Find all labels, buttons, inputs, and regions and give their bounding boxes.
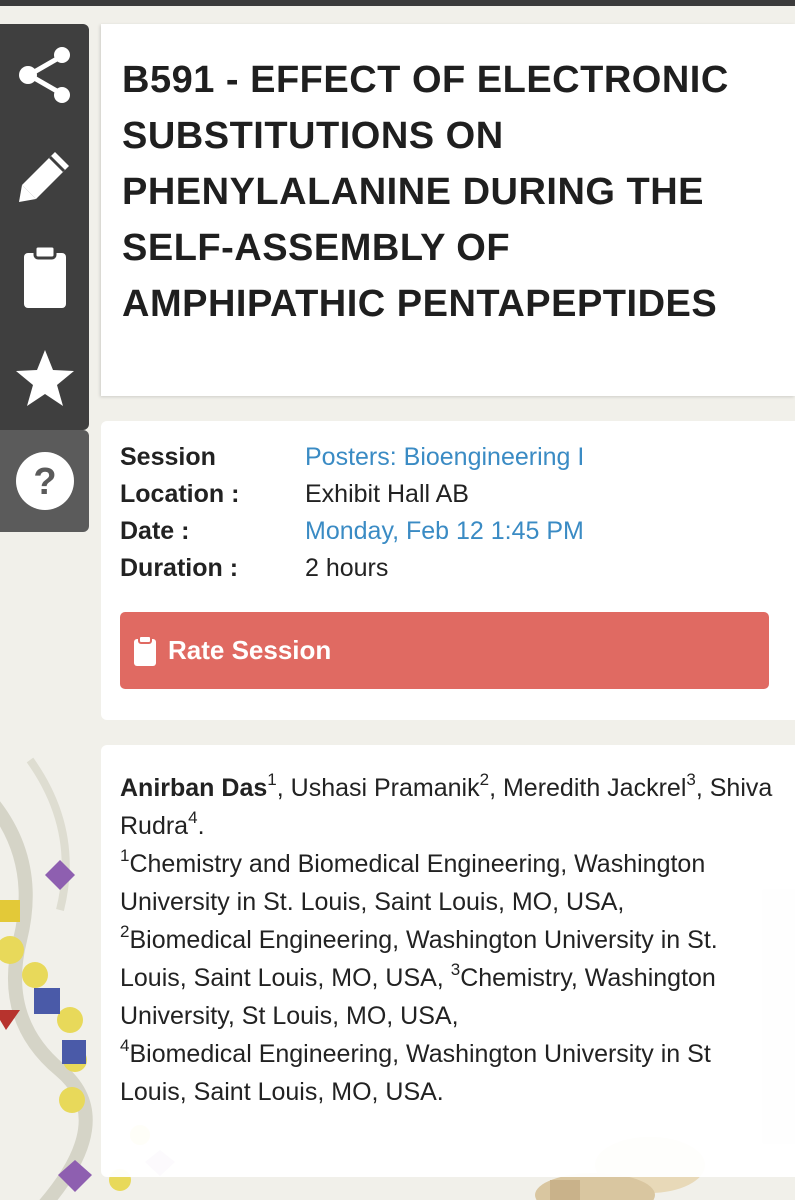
author-superscript: 1 [267, 769, 277, 789]
affiliation-text: Biomedical Engineering, Washington Unive… [120, 1040, 711, 1106]
location-label: Location : [120, 480, 240, 508]
duration-value: 2 hours [305, 554, 389, 582]
star-icon [15, 349, 74, 406]
authors-affiliations: Anirban Das1, Ushasi Pramanik2, Meredith… [120, 769, 780, 1111]
session-info-card: Session Posters: Bioengineering I Locati… [101, 421, 795, 720]
rate-session-button[interactable]: Rate Session [120, 612, 769, 689]
side-toolbar [0, 24, 89, 430]
favorite-button[interactable] [0, 327, 89, 428]
svg-text:?: ? [33, 461, 56, 503]
abstract-title: B591 - EFFECT OF ELECTRONIC SUBSTITUTION… [122, 59, 729, 325]
author-superscript: 4 [188, 807, 198, 827]
authors-card: Anirban Das1, Ushasi Pramanik2, Meredith… [101, 745, 795, 1177]
share-icon [18, 46, 70, 103]
author-separator: , [695, 774, 710, 802]
location-value: Exhibit Hall AB [305, 480, 469, 508]
author-separator: . [197, 812, 205, 840]
date-label: Date : [120, 517, 190, 545]
session-link[interactable]: Posters: Bioengineering I [305, 442, 584, 472]
rate-session-label: Rate Session [168, 635, 332, 665]
author-name: Anirban Das [120, 774, 268, 802]
affiliation-number: 3 [450, 959, 461, 979]
clipboard-icon [133, 634, 159, 668]
affiliation-number: 4 [120, 1035, 130, 1055]
title-card: B591 - EFFECT OF ELECTRONIC SUBSTITUTION… [101, 24, 795, 396]
top-bar [0, 0, 795, 6]
affiliation-number: 2 [120, 921, 130, 941]
author-separator: , [276, 774, 291, 802]
edit-button[interactable] [0, 125, 89, 226]
question-icon: ? [15, 452, 74, 510]
author-name: Ushasi Pramanik [290, 774, 480, 802]
session-label: Session [120, 443, 216, 471]
author-superscript: 2 [479, 769, 490, 789]
affiliation-text: Chemistry and Biomedical Engineering, Wa… [120, 850, 706, 916]
pencil-icon [18, 151, 69, 202]
duration-label: Duration : [120, 554, 239, 582]
author-separator: , [489, 774, 503, 802]
clipboard-icon [23, 244, 66, 308]
help-button[interactable]: ? [0, 430, 89, 532]
author-superscript: 3 [686, 769, 696, 789]
share-button[interactable] [0, 24, 89, 125]
notes-button[interactable] [0, 226, 89, 327]
date-link[interactable]: Monday, Feb 12 1:45 PM [305, 516, 584, 546]
author-name: Meredith Jackrel [502, 774, 687, 802]
affiliation-number: 1 [120, 845, 130, 865]
